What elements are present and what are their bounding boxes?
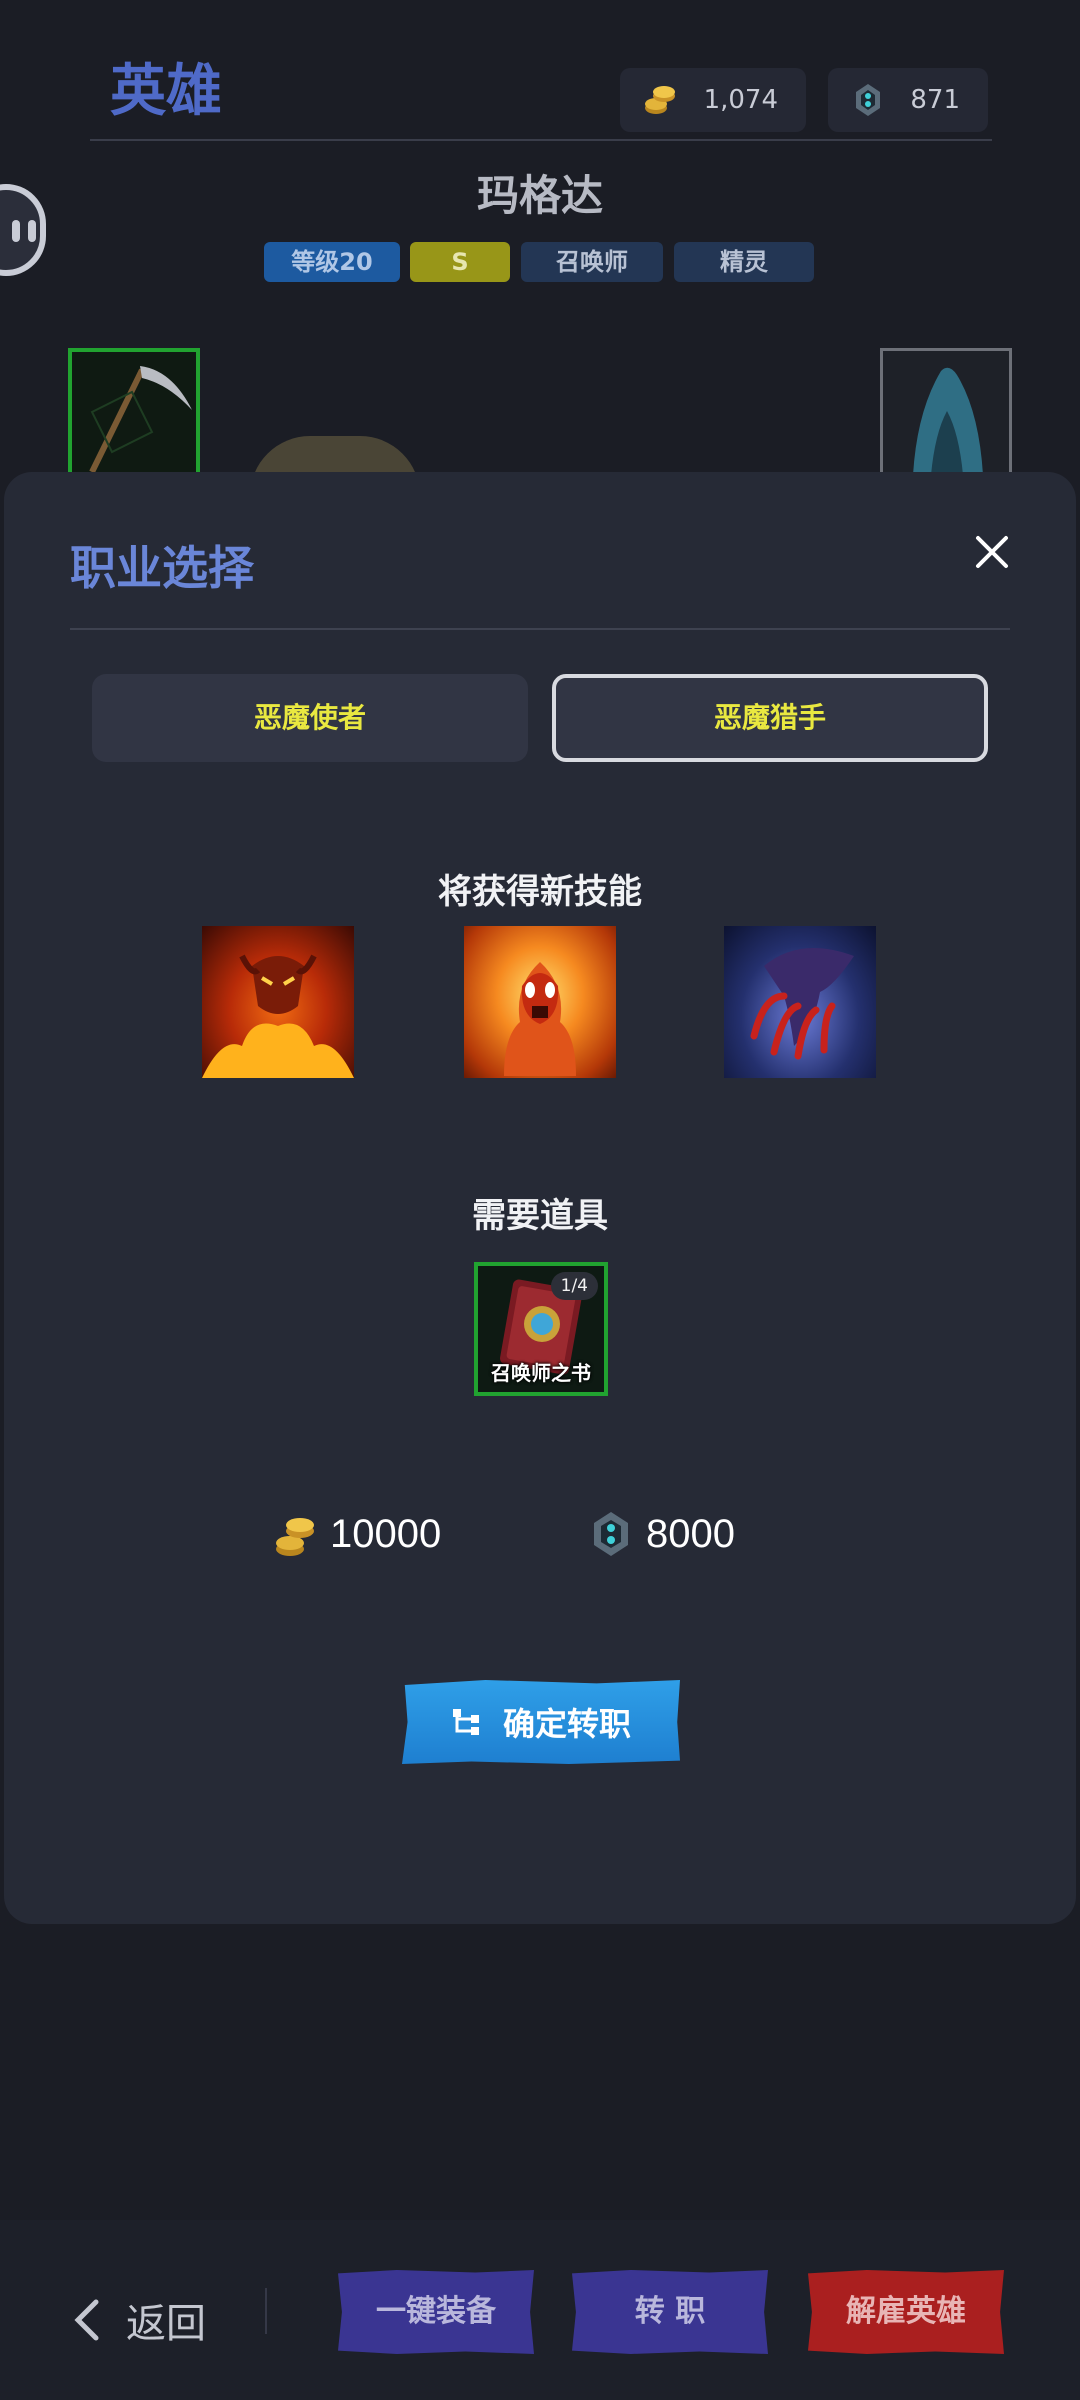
item-name: 召唤师之书: [491, 1361, 591, 1385]
race-tag: 精灵: [674, 242, 814, 282]
new-skills-label: 将获得新技能: [438, 872, 642, 912]
gold-counter[interactable]: 1,074: [620, 68, 806, 132]
handle-eye-left-icon: [12, 220, 20, 242]
gold-cost-value: 10000: [330, 1511, 442, 1556]
class-selection-modal: 职业选择 恶魔使者 恶魔猎手 将获得新技能 需要道具 1/4 召唤师之书 100…: [4, 472, 1076, 1924]
grade-tag: S: [410, 242, 510, 282]
flame-spirit-art: [504, 962, 576, 1076]
gold-cost: 10000: [272, 1506, 441, 1562]
soul-gem-icon: [856, 84, 880, 116]
chevron-left-icon: [74, 2299, 99, 2341]
item-count-badge: 1/4: [550, 1272, 598, 1300]
scythe-icon: [89, 366, 192, 474]
back-button[interactable]: 返回: [72, 2290, 206, 2350]
hero-name: 玛格达: [476, 171, 603, 220]
bottom-bar: 返回 一键装备 转 职 解雇英雄: [0, 2220, 1080, 2400]
change-class-button[interactable]: 转 职: [572, 2270, 768, 2354]
confirm-label: 确定转职: [502, 1705, 631, 1743]
gold-amount: 1,074: [703, 85, 778, 115]
soul-gem-icon: [594, 1512, 628, 1556]
option-demon-envoy-button[interactable]: 恶魔使者: [92, 674, 528, 762]
header-divider: [90, 139, 992, 141]
back-label: 返回: [126, 2301, 206, 2347]
page-title: 英雄: [110, 59, 222, 124]
hero-tags: 等级20 S 召唤师 精灵: [0, 242, 1080, 282]
modal-divider: [70, 628, 1010, 630]
bottom-divider: [265, 2288, 267, 2334]
demon-claw-skill-icon[interactable]: [724, 926, 876, 1078]
modal-title: 职业选择: [70, 541, 254, 595]
flame-spirit-skill-icon[interactable]: [464, 926, 616, 1078]
demon-claw-art: [750, 948, 854, 1060]
dismiss-hero-button[interactable]: 解雇英雄: [808, 2270, 1004, 2354]
class-tree-icon: [452, 1709, 479, 1735]
fire-demon-art: [202, 954, 354, 1078]
close-icon[interactable]: [970, 530, 1014, 574]
weapon-slot[interactable]: [68, 348, 200, 478]
option-demon-hunter-button[interactable]: 恶魔猎手: [552, 674, 988, 762]
armor-slot[interactable]: [880, 348, 1012, 478]
confirm-class-change-button[interactable]: 确定转职: [402, 1680, 680, 1764]
hood-icon: [913, 367, 983, 475]
fire-demon-skill-icon[interactable]: [202, 926, 354, 1078]
level-tag: 等级20: [264, 242, 400, 282]
summoner-book-item[interactable]: 1/4 召唤师之书: [474, 1262, 608, 1396]
gem-cost-value: 8000: [646, 1511, 735, 1556]
gem-cost: 8000: [588, 1506, 735, 1562]
gold-coins-icon: [276, 1518, 314, 1556]
gem-amount: 871: [910, 85, 960, 115]
required-items-label: 需要道具: [472, 1196, 608, 1236]
gem-counter[interactable]: 871: [828, 68, 988, 132]
class-tag: 召唤师: [521, 242, 663, 282]
handle-eye-right-icon: [28, 220, 36, 242]
auto-equip-button[interactable]: 一键装备: [338, 2270, 534, 2354]
gold-coins-icon: [645, 86, 675, 114]
